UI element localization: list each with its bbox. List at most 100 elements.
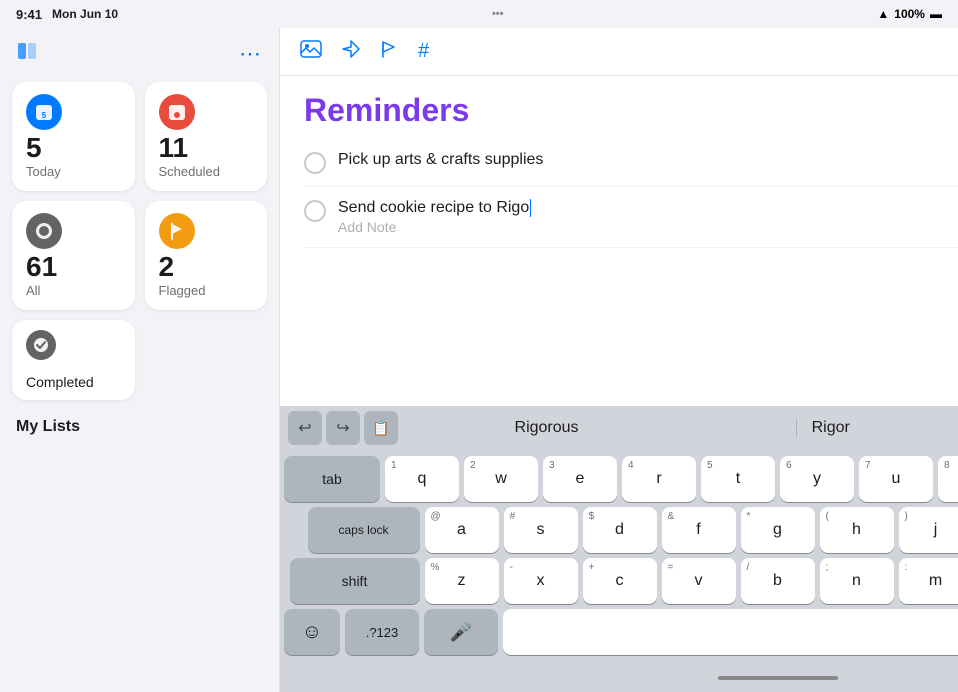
key-j[interactable]: )j (899, 507, 958, 553)
sidebar-header: ⋯ (12, 40, 267, 68)
keyboard-row-bottom: ☺ .?123 🎤 .?123 ⌨ (284, 609, 958, 655)
battery-label: 100% (894, 7, 925, 21)
autocorrect-left: ↩ ↪ 📋 (280, 411, 398, 445)
key-r[interactable]: 4r (622, 456, 696, 502)
keyboard-row-2: caps lock @a #s $d &f *g (h )j "k l retu… (284, 507, 958, 553)
key-x[interactable]: -x (504, 558, 578, 604)
all-label: All (26, 283, 121, 298)
hash-icon[interactable]: # (418, 40, 429, 63)
key-e[interactable]: 3e (543, 456, 617, 502)
flagged-icon (159, 213, 195, 249)
smart-list-scheduled[interactable]: 11 Scheduled (145, 82, 268, 191)
my-lists-label: My Lists (12, 410, 267, 440)
key-a[interactable]: @a (425, 507, 499, 553)
all-icon (26, 213, 62, 249)
numbers-key-left[interactable]: .?123 (345, 609, 419, 655)
key-m[interactable]: :m (899, 558, 958, 604)
battery-icon: ▬ (930, 7, 942, 21)
key-d[interactable]: $d (583, 507, 657, 553)
space-key[interactable] (503, 609, 958, 655)
smart-list-completed[interactable]: Completed (12, 320, 135, 400)
keyboard: tab 1q 2w 3e 4r 5t 6y 7u 8i 9o 0p delete… (280, 450, 958, 664)
today-icon: 5 (26, 94, 62, 130)
emoji-key[interactable]: ☺ (284, 609, 340, 655)
status-time: 9:41 (16, 7, 42, 22)
smart-list-all[interactable]: 61 All (12, 201, 135, 310)
reminder-text-2: Send cookie recipe to Rigo (338, 199, 958, 217)
reminder-text-group-1: Pick up arts & crafts supplies (338, 151, 958, 169)
content-spacer (280, 273, 958, 407)
key-b[interactable]: /b (741, 558, 815, 604)
completed-row: Completed (12, 320, 267, 400)
toolbar: # ⋯ Done (280, 28, 958, 76)
sidebar-smart-lists-grid: 5 5 Today 11 (12, 82, 267, 310)
flag-icon[interactable] (380, 40, 398, 63)
today-count: 5 (26, 134, 121, 162)
key-t[interactable]: 5t (701, 456, 775, 502)
autocorrect-bar: ↩ ↪ 📋 Rigorous Rigor Rigorously (280, 406, 958, 450)
key-f[interactable]: &f (662, 507, 736, 553)
smart-list-flagged[interactable]: 2 Flagged (145, 201, 268, 310)
wifi-icon: ▲ (877, 7, 889, 21)
location-icon[interactable] (342, 40, 360, 63)
autocorrect-suggestions: Rigorous Rigor Rigorously (398, 413, 958, 443)
reminder-item-1: Pick up arts & crafts supplies (304, 139, 958, 187)
key-v[interactable]: =v (662, 558, 736, 604)
scheduled-icon (159, 94, 195, 130)
suggestion-1[interactable]: Rigorous (499, 413, 595, 443)
text-cursor (530, 199, 531, 217)
reminders-title: Reminders (280, 76, 958, 139)
smart-list-today[interactable]: 5 5 Today (12, 82, 135, 191)
status-ellipsis: ••• (492, 8, 504, 20)
paste-icon[interactable]: 📋 (364, 411, 398, 445)
reminder-list: Pick up arts & crafts supplies Send cook… (280, 139, 958, 273)
key-h[interactable]: (h (820, 507, 894, 553)
reminder-checkbox-1[interactable] (304, 152, 326, 174)
status-bar: 9:41 Mon Jun 10 ••• ▲ 100% ▬ (0, 0, 958, 28)
undo-icon[interactable]: ↩ (288, 411, 322, 445)
suggestion-2[interactable]: Rigor (796, 413, 866, 443)
flagged-count: 2 (159, 253, 254, 281)
home-indicator (718, 676, 838, 680)
key-c[interactable]: +c (583, 558, 657, 604)
today-label: Today (26, 164, 121, 179)
sidebar-more-icon[interactable]: ⋯ (239, 41, 263, 67)
reminder-checkbox-2[interactable] (304, 200, 326, 222)
image-icon[interactable] (300, 40, 322, 63)
toolbar-left-icons: # (300, 40, 429, 63)
redo-icon[interactable]: ↪ (326, 411, 360, 445)
left-shift-key[interactable]: shift (290, 558, 420, 604)
scheduled-count: 11 (159, 134, 254, 162)
key-y[interactable]: 6y (780, 456, 854, 502)
all-count: 61 (26, 253, 121, 281)
reminder-note-2[interactable]: Add Note (338, 219, 958, 235)
status-bar-center: ••• (492, 8, 504, 20)
key-w[interactable]: 2w (464, 456, 538, 502)
sidebar-menu-icon[interactable] (16, 40, 38, 68)
reminder-text-group-2: Send cookie recipe to Rigo Add Note (338, 199, 958, 235)
main-content: # ⋯ Done Reminders (280, 28, 958, 692)
app-container: ⋯ 5 5 Today (0, 28, 958, 692)
reminder-text-1: Pick up arts & crafts supplies (338, 151, 958, 169)
bottom-bar (280, 664, 958, 692)
key-z[interactable]: %z (425, 558, 499, 604)
key-u[interactable]: 7u (859, 456, 933, 502)
tab-key[interactable]: tab (284, 456, 380, 502)
key-n[interactable]: ;n (820, 558, 894, 604)
status-bar-right: ▲ 100% ▬ (877, 7, 942, 21)
reminder-item-2: Send cookie recipe to Rigo Add Note i (304, 187, 958, 248)
completed-label: Completed (26, 374, 121, 390)
capslock-key[interactable]: caps lock (308, 507, 420, 553)
sidebar: ⋯ 5 5 Today (0, 28, 280, 692)
completed-icon (26, 330, 56, 360)
status-date: Mon Jun 10 (52, 7, 118, 21)
key-q[interactable]: 1q (385, 456, 459, 502)
microphone-key[interactable]: 🎤 (424, 609, 498, 655)
key-i[interactable]: 8i (938, 456, 958, 502)
svg-text:5: 5 (42, 111, 47, 120)
key-s[interactable]: #s (504, 507, 578, 553)
status-bar-left: 9:41 Mon Jun 10 (16, 7, 118, 22)
key-g[interactable]: *g (741, 507, 815, 553)
scheduled-label: Scheduled (159, 164, 254, 179)
empty-slot (145, 320, 268, 400)
